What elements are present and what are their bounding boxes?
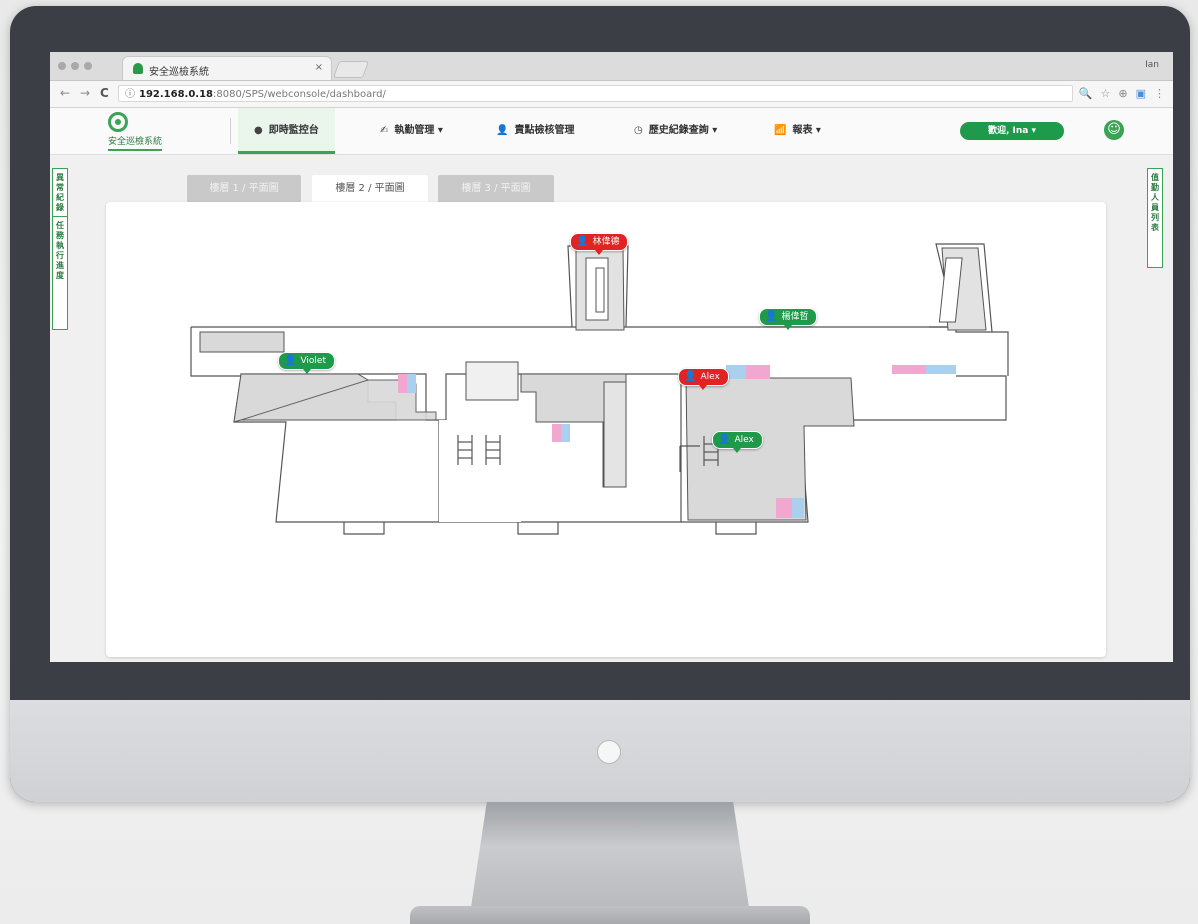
person-marker-alert[interactable]: 👤 Alex: [678, 368, 729, 390]
menu-label: 歷史紀錄查詢 ▾: [648, 125, 718, 136]
stair-notch: [343, 522, 385, 535]
person-marker[interactable]: 👤 Violet: [278, 352, 335, 374]
address-bar[interactable]: ⓘ 192.168.0.18:8080/SPS/webconsole/dashbo…: [118, 85, 1073, 102]
person-marker[interactable]: 👤 Alex: [712, 431, 763, 453]
window-controls: [58, 62, 92, 70]
room-left-corner: [199, 331, 285, 353]
close-window-icon[interactable]: [58, 62, 66, 70]
room-right: [685, 377, 855, 521]
back-icon[interactable]: ←: [60, 86, 70, 100]
screen: 安全巡檢系統 × Ian ← → C ⓘ 192.168.0.18:8080/SP…: [50, 52, 1173, 662]
menu-duty-management[interactable]: ✍ 執勤管理 ▾: [380, 108, 443, 154]
live-dot-icon: ●: [254, 125, 263, 136]
side-tab-staff-list[interactable]: 值勤人員列表: [1147, 168, 1163, 268]
extension-icon[interactable]: ⊕: [1118, 87, 1127, 100]
person-icon: 👤: [765, 311, 778, 322]
star-icon[interactable]: ☆: [1101, 87, 1111, 100]
menu-checkpoint-management[interactable]: 👤 責點檢核管理: [496, 108, 574, 154]
menu-label: 即時監控台: [268, 125, 319, 136]
person-icon: 👤: [718, 434, 731, 445]
marker-name: Alex: [734, 435, 754, 445]
app-header: 安全巡檢系統 ● 即時監控台 ✍ 執勤管理 ▾ 👤 責點檢核管理 ◷ 歷史紀錄查詢 ▾ …: [50, 108, 1173, 155]
tab-floor-1[interactable]: 樓層 1 / 平面圖: [187, 175, 301, 202]
menu-icon[interactable]: ⋮: [1154, 87, 1165, 100]
marker-name: Violet: [300, 356, 326, 366]
person-icon: 👤: [496, 125, 509, 136]
person-icon: 👤: [284, 355, 297, 366]
marker-name: Alex: [700, 372, 720, 382]
smiley-settings-icon[interactable]: ☺: [1104, 120, 1124, 140]
app-favicon-icon: [133, 63, 143, 74]
clock-icon: ◷: [634, 125, 643, 136]
tab-close-icon[interactable]: ×: [315, 62, 323, 73]
side-tab-anomaly-records[interactable]: 異常紀錄: [52, 168, 68, 220]
tab-floor-2[interactable]: 樓層 2 / 平面圖: [312, 175, 428, 202]
menu-label: 責點檢核管理: [514, 125, 575, 136]
address-path: :8080/SPS/webconsole/dashboard/: [213, 89, 386, 100]
maximize-window-icon[interactable]: [84, 62, 92, 70]
marker-name: 林偉德: [592, 237, 620, 247]
browser-toolbar: ← → C ⓘ 192.168.0.18:8080/SPS/webconsole/…: [50, 81, 1173, 108]
menu-label: 報表 ▾: [792, 125, 821, 136]
forward-icon[interactable]: →: [80, 86, 90, 100]
stair-notch: [517, 522, 559, 535]
monitor-logo-dot: [597, 740, 621, 764]
browser-tab-title: 安全巡檢系統: [149, 67, 209, 78]
menu-history-query[interactable]: ◷ 歷史紀錄查詢 ▾: [634, 108, 717, 154]
chart-icon: 📶: [774, 125, 787, 136]
room-center-right: [603, 381, 627, 488]
app-logo-text[interactable]: 安全巡檢系統: [108, 134, 163, 151]
floor-plan-map[interactable]: [106, 202, 1106, 657]
browser-tab[interactable]: 安全巡檢系統 ×: [122, 56, 332, 80]
minimize-window-icon[interactable]: [71, 62, 79, 70]
cast-icon[interactable]: ▣: [1136, 87, 1146, 100]
monitor-stand: [470, 802, 750, 914]
menu-label: 執勤管理 ▾: [394, 125, 443, 136]
monitor-stand-base: [410, 906, 810, 924]
reload-icon[interactable]: C: [100, 86, 109, 100]
person-marker-alert[interactable]: 👤 林偉德: [570, 233, 629, 255]
new-tab-button[interactable]: [332, 61, 370, 78]
stair-notch: [715, 522, 757, 535]
person-icon: 👤: [684, 371, 697, 382]
sign-icon: ✍: [380, 125, 389, 136]
floor-plan-panel: 👤 林偉德 👤 楊偉哲 👤 Violet 👤 Alex 👤 Alex: [106, 202, 1106, 657]
person-icon: 👤: [576, 236, 589, 247]
menu-live-monitor[interactable]: ● 即時監控台: [238, 108, 335, 154]
browser-tabstrip: 安全巡檢系統 × Ian: [50, 52, 1173, 81]
site-info-icon[interactable]: ⓘ: [125, 89, 135, 100]
side-tab-task-progress[interactable]: 任務執行進度: [52, 216, 68, 330]
tab-floor-3[interactable]: 樓層 3 / 平面圖: [438, 175, 554, 202]
user-menu-button[interactable]: 歡迎, Ina ▾: [960, 122, 1064, 140]
menu-reports[interactable]: 📶 報表 ▾: [774, 108, 821, 154]
browser-profile[interactable]: Ian: [1145, 60, 1159, 70]
marker-name: 楊偉哲: [781, 312, 809, 322]
person-marker[interactable]: 👤 楊偉哲: [759, 308, 818, 330]
header-divider: [230, 118, 231, 144]
address-host: 192.168.0.18: [139, 89, 214, 100]
zoom-icon[interactable]: 🔍: [1079, 87, 1093, 100]
app-logo-icon[interactable]: [108, 112, 128, 132]
